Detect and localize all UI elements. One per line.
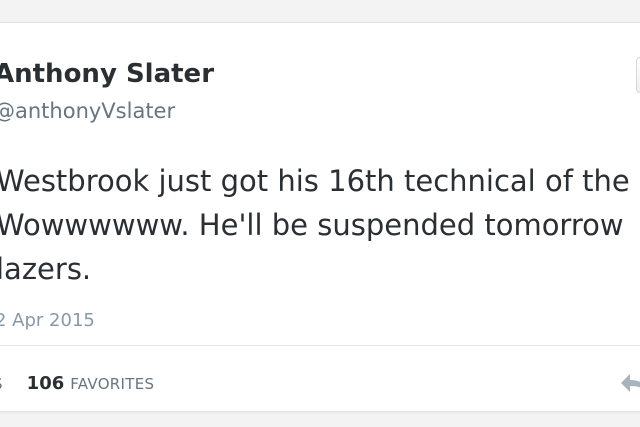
tweet-card: Anthony Slater @anthonyVslater Westbrook… [0,22,640,412]
divider [0,345,640,346]
author-handle[interactable]: @anthonyVslater [0,99,175,123]
tweet-text-line: Wowwwwww. He'll be suspended tomorrow [0,208,624,242]
tweet-text-line: Westbrook just got his 16th technical of… [0,164,630,198]
tweet-text-line: lazers. [0,252,92,286]
favorites-label[interactable]: FAVORITES [70,375,154,393]
reply-arrow-icon[interactable] [619,372,640,394]
follow-button[interactable] [636,57,640,93]
tweet-text: Westbrook just got his 16th technical of… [0,159,640,291]
tweet-stats: S 106 FAVORITES [0,373,154,394]
author-name[interactable]: Anthony Slater [0,59,214,89]
tweet-date[interactable]: 2 Apr 2015 [0,310,95,331]
retweets-label[interactable]: S [0,375,3,393]
favorites-count[interactable]: 106 [27,373,65,394]
